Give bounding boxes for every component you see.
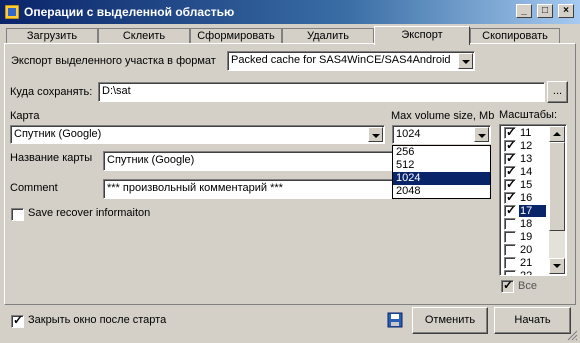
resize-grip-icon[interactable]: [567, 330, 578, 341]
close-after-start-label: Закрыть окно после старта: [28, 314, 167, 326]
window-title: Операции с выделенной областью: [24, 5, 235, 19]
scale-value: 18: [520, 218, 533, 230]
scroll-up-icon[interactable]: [549, 126, 565, 142]
maximize-button[interactable]: □: [537, 4, 553, 18]
scale-item[interactable]: 22: [502, 270, 552, 276]
scale-value: 14: [520, 166, 533, 178]
scale-item[interactable]: 20: [502, 244, 552, 257]
scales-label: Масштабы:: [499, 109, 558, 121]
map-value: Спутник (Google): [14, 128, 102, 140]
save-icon[interactable]: [387, 312, 403, 328]
all-scales-label: Все: [518, 280, 537, 292]
close-button[interactable]: ×: [558, 4, 574, 18]
minimize-button[interactable]: _: [516, 4, 532, 18]
tab-label: Экспорт: [401, 29, 443, 41]
scale-value: 16: [520, 192, 533, 204]
chevron-down-icon[interactable]: [474, 127, 489, 142]
scales-list[interactable]: 11 12 13 14 15 16 17 18 19 20 21 22: [499, 124, 567, 276]
tab-bar: Загрузить Склеить Сформировать Удалить Э…: [4, 26, 576, 45]
volume-dropdown-list: 256 512 1024 2048: [392, 145, 491, 199]
scale-item-selected[interactable]: 17: [502, 203, 552, 218]
scale-value: 11: [520, 127, 532, 139]
start-button[interactable]: Начать: [494, 307, 571, 334]
chevron-down-icon[interactable]: [368, 127, 383, 142]
scale-value: 21: [520, 257, 533, 269]
scale-checkbox[interactable]: [504, 231, 516, 243]
scale-value: 12: [520, 140, 533, 152]
tab-export[interactable]: Экспорт: [374, 26, 470, 45]
save-path-value: D:\sat: [102, 85, 131, 97]
cancel-button[interactable]: Отменить: [412, 307, 488, 334]
tab-glue[interactable]: Склеить: [98, 28, 190, 44]
tab-load[interactable]: Загрузить: [6, 28, 98, 44]
browse-button[interactable]: ...: [547, 81, 568, 103]
scale-item[interactable]: 19: [502, 231, 552, 244]
tab-label: Склеить: [122, 30, 166, 42]
scale-checkbox[interactable]: [504, 244, 516, 256]
comment-label: Comment: [10, 182, 58, 194]
map-name-value: Спутник (Google): [107, 154, 195, 166]
scales-scrollbar[interactable]: [549, 126, 565, 274]
comment-input[interactable]: *** произвольный комментарий ***: [103, 179, 393, 199]
scale-checkbox[interactable]: [504, 270, 516, 275]
volume-select[interactable]: 1024: [392, 125, 491, 144]
app-icon: [4, 4, 20, 20]
map-label: Карта: [10, 110, 40, 122]
map-name-label: Название карты: [10, 152, 93, 164]
format-label: Экспорт выделенного участка в формат: [11, 55, 216, 67]
tab-delete[interactable]: Удалить: [282, 28, 374, 44]
scale-checkbox[interactable]: [504, 203, 516, 217]
scale-value: 20: [520, 244, 533, 256]
scale-value: 19: [520, 231, 533, 243]
scale-checkbox[interactable]: [504, 218, 516, 230]
scale-item[interactable]: 18: [502, 218, 552, 231]
title-bar[interactable]: Операции с выделенной областью _ □ ×: [0, 0, 580, 24]
scale-item[interactable]: 21: [502, 257, 552, 270]
save-path-label: Куда сохранять:: [10, 86, 93, 98]
close-after-start-checkbox[interactable]: [11, 313, 24, 328]
scroll-down-icon[interactable]: [549, 258, 565, 274]
volume-option[interactable]: 2048: [393, 185, 490, 198]
scale-value: 17: [519, 205, 547, 217]
volume-option[interactable]: 512: [393, 159, 490, 172]
volume-label: Max volume size, Mb: [391, 110, 495, 122]
chevron-down-icon[interactable]: [458, 53, 473, 69]
scale-checkbox[interactable]: [504, 257, 516, 269]
tab-generate[interactable]: Сформировать: [190, 28, 282, 44]
volume-option-selected[interactable]: 1024: [393, 172, 490, 185]
recover-label: Save recover informaiton: [28, 207, 151, 219]
format-value: Packed cache for SAS4WinCE/SAS4Android: [231, 54, 451, 66]
map-select[interactable]: Спутник (Google): [10, 125, 385, 144]
scale-value: 22: [520, 270, 533, 276]
scale-value: 13: [520, 153, 533, 165]
map-name-input[interactable]: Спутник (Google): [103, 151, 393, 171]
comment-value: *** произвольный комментарий ***: [107, 182, 283, 194]
tab-label: Скопировать: [482, 30, 548, 42]
tab-label: Удалить: [307, 30, 349, 42]
scroll-thumb[interactable]: [549, 142, 565, 231]
volume-value: 1024: [396, 128, 421, 140]
format-select[interactable]: Packed cache for SAS4WinCE/SAS4Android: [227, 51, 475, 71]
recover-checkbox[interactable]: [11, 208, 24, 221]
scale-value: 15: [520, 179, 533, 191]
save-path-input[interactable]: D:\sat: [98, 82, 545, 102]
tab-label: Загрузить: [26, 30, 78, 42]
volume-option[interactable]: 256: [393, 146, 490, 159]
all-scales-checkbox[interactable]: [501, 278, 514, 293]
tab-label: Сформировать: [197, 30, 275, 42]
tab-copy[interactable]: Скопировать: [470, 28, 560, 44]
